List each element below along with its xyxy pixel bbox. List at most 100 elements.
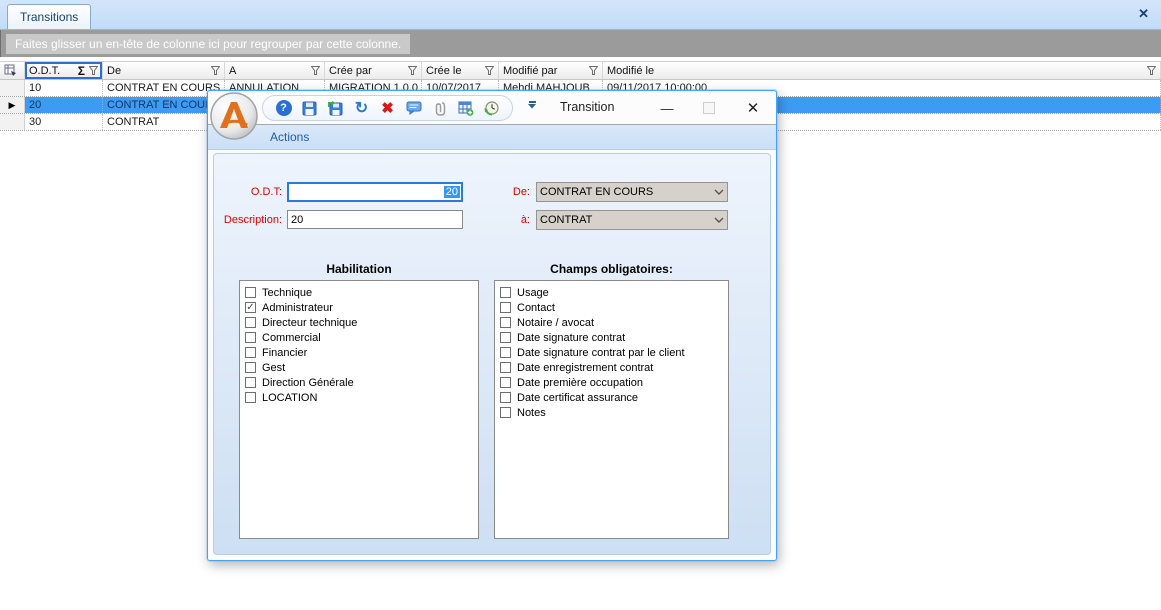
list-item[interactable]: ✓ Date signature contrat par le client <box>497 345 726 360</box>
list-item[interactable]: ✓ Date certificat assurance <box>497 390 726 405</box>
dialog-titlebar[interactable]: ? <box>208 91 776 125</box>
checkbox[interactable]: ✓ <box>500 317 511 328</box>
column-header-modifie-par-label: Modifié par <box>503 65 587 77</box>
checkbox-label: Date première occupation <box>517 377 643 389</box>
list-item[interactable]: ✓ Notes <box>497 405 726 420</box>
checkbox[interactable]: ✓ <box>500 377 511 388</box>
checkbox[interactable]: ✓ <box>245 332 256 343</box>
checkbox-label: Financier <box>262 347 307 359</box>
add-grid-button[interactable] <box>457 100 474 117</box>
champs-obligatoires-list: ✓ Usage ✓ Contact ✓ Notaire / avocat ✓ D… <box>494 280 729 539</box>
column-header-modifie-par[interactable]: Modifié par <box>499 62 603 79</box>
column-header-modifie-le-label: Modifié le <box>607 65 1147 77</box>
toolbar-overflow-button[interactable] <box>526 101 538 109</box>
checkbox[interactable]: ✓ <box>500 332 511 343</box>
checkbox[interactable]: ✓ <box>500 347 511 358</box>
list-item[interactable]: ✓ Directeur technique <box>242 315 476 330</box>
checkbox[interactable]: ✓ <box>245 317 256 328</box>
transition-dialog: ? <box>207 90 777 561</box>
list-item[interactable]: ✓ Commercial <box>242 330 476 345</box>
de-dropdown[interactable]: CONTRAT EN COURS <box>536 182 728 202</box>
minimize-button[interactable]: — <box>658 99 676 117</box>
tab-transitions-label: Transitions <box>20 10 78 24</box>
list-item[interactable]: ✓ Technique <box>242 285 476 300</box>
close-tab-icon[interactable]: ✕ <box>1138 6 1149 22</box>
checkbox[interactable]: ✓ <box>500 392 511 403</box>
save-as-button[interactable] <box>327 100 344 117</box>
checkbox-checked[interactable]: ✓ <box>245 302 256 313</box>
filter-icon[interactable] <box>589 66 598 75</box>
checkbox[interactable]: ✓ <box>245 287 256 298</box>
column-header-cree-le[interactable]: Crée le <box>422 62 499 79</box>
column-header-cree-par-label: Crée par <box>329 65 406 77</box>
list-item[interactable]: ✓ Financier <box>242 345 476 360</box>
description-field-label: Description: <box>214 214 282 226</box>
list-item[interactable]: ✓ Usage <box>497 285 726 300</box>
chevron-down-icon <box>714 217 724 223</box>
list-item[interactable]: ✓ Administrateur <box>242 300 476 315</box>
chevron-down-icon <box>714 189 724 195</box>
filter-icon[interactable] <box>311 66 320 75</box>
checkbox[interactable]: ✓ <box>245 347 256 358</box>
list-item[interactable]: ✓ LOCATION <box>242 390 476 405</box>
odt-input[interactable]: 20 <box>287 182 463 202</box>
filter-icon[interactable] <box>485 66 494 75</box>
row-selector[interactable] <box>0 114 25 130</box>
list-item[interactable]: ✓ Gest <box>242 360 476 375</box>
list-item[interactable]: ✓ Notaire / avocat <box>497 315 726 330</box>
list-item[interactable]: ✓ Date enregistrement contrat <box>497 360 726 375</box>
group-by-bar[interactable]: Faites glisser un en-tête de colonne ici… <box>0 30 1161 57</box>
refresh-button[interactable]: ↻ <box>353 100 370 117</box>
checkbox[interactable]: ✓ <box>245 392 256 403</box>
close-button[interactable]: ✕ <box>744 99 762 117</box>
check-icon: ✓ <box>246 303 254 313</box>
checkbox[interactable]: ✓ <box>500 302 511 313</box>
checkbox-label: Administrateur <box>262 302 333 314</box>
checkbox[interactable]: ✓ <box>500 407 511 418</box>
row-selector[interactable]: ▶ <box>0 97 25 113</box>
cell-odt[interactable]: 10 <box>25 80 103 96</box>
column-header-odt[interactable]: O.D.T. Σ <box>25 62 103 79</box>
description-input[interactable]: 20 <box>287 210 463 229</box>
delete-button[interactable]: ✖ <box>379 100 396 117</box>
comment-button[interactable] <box>405 100 422 117</box>
help-button[interactable]: ? <box>275 100 292 117</box>
save-button[interactable] <box>301 100 318 117</box>
list-item[interactable]: ✓ Date première occupation <box>497 375 726 390</box>
quick-access-toolbar: ? <box>262 95 513 121</box>
column-header-modifie-le[interactable]: Modifié le <box>603 62 1161 79</box>
checkbox[interactable]: ✓ <box>500 287 511 298</box>
filter-icon[interactable] <box>1147 66 1156 75</box>
list-item[interactable]: ✓ Direction Générale <box>242 375 476 390</box>
filter-icon[interactable] <box>89 66 98 75</box>
list-item[interactable]: ✓ Contact <box>497 300 726 315</box>
attachment-button[interactable] <box>431 100 448 117</box>
column-header-cree-par[interactable]: Crée par <box>325 62 422 79</box>
tab-transitions[interactable]: Transitions <box>7 4 91 29</box>
checkbox-label: Date signature contrat <box>517 332 625 344</box>
cell-odt[interactable]: 30 <box>25 114 103 130</box>
checkbox[interactable]: ✓ <box>245 362 256 373</box>
row-selector[interactable] <box>0 80 25 96</box>
ribbon-tab-actions[interactable]: Actions <box>270 130 309 144</box>
filter-icon[interactable] <box>408 66 417 75</box>
column-header-cree-le-label: Crée le <box>426 65 483 77</box>
a-dropdown[interactable]: CONTRAT <box>536 210 728 230</box>
tab-strip: Transitions ✕ <box>0 0 1161 30</box>
cell-odt[interactable]: 20 <box>25 97 103 113</box>
checkbox[interactable]: ✓ <box>500 362 511 373</box>
maximize-button[interactable] <box>700 99 718 117</box>
column-header-a[interactable]: A <box>225 62 325 79</box>
checkbox-label: Date enregistrement contrat <box>517 362 653 374</box>
checkbox-label: Gest <box>262 362 285 374</box>
refresh-icon: ↻ <box>355 98 368 118</box>
add-grid-icon <box>458 101 474 116</box>
checkbox[interactable]: ✓ <box>245 377 256 388</box>
column-header-de[interactable]: De <box>103 62 225 79</box>
history-button[interactable] <box>483 100 500 117</box>
list-item[interactable]: ✓ Date signature contrat <box>497 330 726 345</box>
sum-icon[interactable]: Σ <box>78 64 85 78</box>
paperclip-icon <box>434 101 446 116</box>
filter-icon[interactable] <box>211 66 220 75</box>
column-chooser-button[interactable] <box>0 62 25 79</box>
